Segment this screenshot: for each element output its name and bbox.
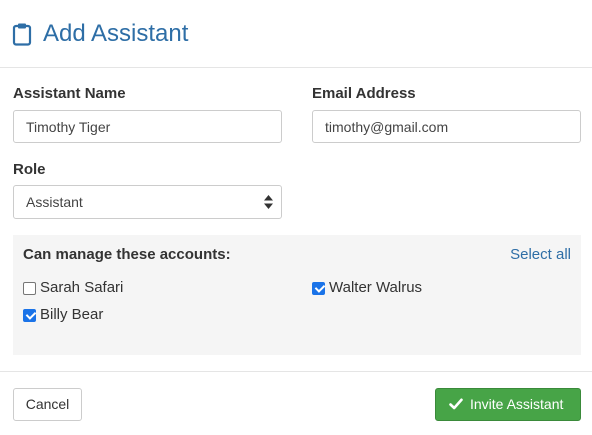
email-address-input[interactable] (312, 110, 581, 143)
invite-assistant-button[interactable]: Invite Assistant (435, 388, 581, 421)
modal-title: Add Assistant (43, 20, 189, 47)
account-option-walter-walrus[interactable]: Walter Walrus (312, 278, 422, 298)
checkbox[interactable] (23, 308, 36, 322)
assistant-name-input[interactable] (13, 110, 282, 143)
account-option-billy-bear[interactable]: Billy Bear (23, 305, 103, 325)
modal-footer: Cancel Invite Assistant (0, 371, 592, 435)
invite-assistant-label: Invite Assistant (470, 396, 564, 412)
checkbox[interactable] (23, 281, 36, 295)
checkbox[interactable] (312, 281, 325, 295)
accounts-title: Can manage these accounts: (23, 246, 231, 263)
clipboard-icon (12, 23, 32, 46)
cancel-button[interactable]: Cancel (13, 388, 82, 421)
account-label: Walter Walrus (329, 279, 423, 296)
account-label: Sarah Safari (40, 279, 124, 296)
role-label: Role (13, 161, 46, 178)
email-address-label: Email Address (312, 85, 416, 102)
modal-header: Add Assistant (0, 0, 592, 68)
checkmark-icon (449, 398, 463, 410)
role-select-value: Assistant (26, 194, 83, 210)
account-option-sarah-safari[interactable]: Sarah Safari (23, 278, 123, 298)
account-label: Billy Bear (40, 306, 104, 323)
assistant-name-label: Assistant Name (13, 85, 126, 102)
select-arrows-icon (264, 195, 273, 209)
accounts-panel: Can manage these accounts: Select all Sa… (13, 235, 581, 355)
role-select[interactable]: Assistant (13, 185, 282, 219)
select-all-link[interactable]: Select all (510, 246, 571, 264)
